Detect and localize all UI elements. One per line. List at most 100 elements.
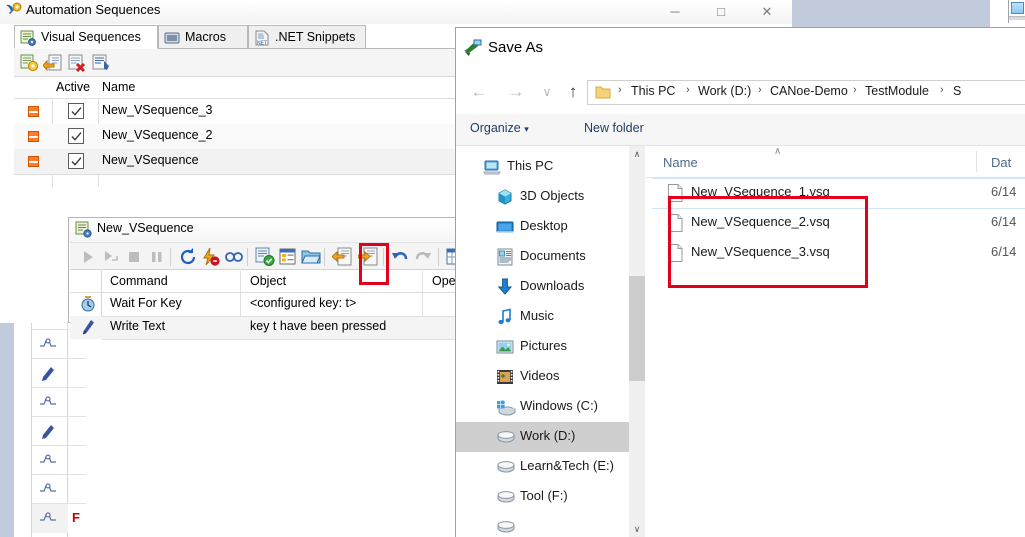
- active-checkbox[interactable]: [68, 103, 84, 119]
- signal-icon: [38, 482, 60, 496]
- tab-label: Macros: [185, 30, 226, 44]
- back-button[interactable]: ←: [466, 80, 492, 104]
- export-icon[interactable]: [357, 247, 378, 267]
- active-checkbox[interactable]: [68, 153, 84, 169]
- signal-icon: [38, 511, 60, 525]
- properties-icon[interactable]: [278, 247, 298, 267]
- signal-icon: [38, 395, 60, 409]
- organize-button[interactable]: Organize ▾: [470, 121, 529, 135]
- breadcrumb-separator: ›: [758, 84, 762, 96]
- navigation-pane-scrollbar[interactable]: ∧ ∨: [629, 146, 645, 537]
- breadcrumb-item-work-d[interactable]: Work (D:): [698, 84, 751, 98]
- redo-icon[interactable]: [413, 247, 433, 267]
- list-item[interactable]: New_VSequence_2.vsq 6/14: [646, 208, 1025, 238]
- nav-item-learn-tech-e[interactable]: Learn&Tech (E:): [456, 452, 629, 482]
- list-item[interactable]: New_VSequence_1.vsq 6/14: [646, 178, 1025, 208]
- forward-button[interactable]: →: [503, 80, 529, 104]
- save-as-command-bar: Organize ▾ New folder: [456, 114, 1025, 146]
- breadcrumb-item-canoe-demo[interactable]: CANoe-Demo: [770, 84, 848, 98]
- scroll-up-arrow-icon[interactable]: ∧: [629, 146, 645, 162]
- column-header-command[interactable]: Command: [110, 271, 240, 293]
- nav-item-music[interactable]: Music: [456, 302, 629, 332]
- start-icon[interactable]: [78, 247, 98, 267]
- file-date: 6/14: [991, 214, 1017, 229]
- nav-item-documents[interactable]: Documents: [456, 242, 629, 272]
- new-folder-button[interactable]: New folder: [584, 121, 644, 135]
- column-header-active[interactable]: Active: [56, 80, 90, 94]
- column-header-date[interactable]: Dat: [991, 155, 1011, 170]
- nav-item-partial[interactable]: [456, 512, 629, 537]
- import-sequence-icon[interactable]: [42, 53, 63, 73]
- breadcrumb-item-testmodule[interactable]: TestModule: [865, 84, 929, 98]
- sort-ascending-icon: ∧: [774, 146, 782, 157]
- stop-icon[interactable]: [124, 247, 144, 267]
- nav-item-label: Work (D:): [520, 428, 576, 443]
- status-indicator-icon[interactable]: [28, 131, 39, 142]
- nav-item-pictures[interactable]: Pictures: [456, 332, 629, 362]
- automation-sequences-icon: [4, 2, 23, 20]
- recent-locations-button[interactable]: ∨: [534, 80, 560, 104]
- file-date: 6/14: [991, 244, 1017, 259]
- breadcrumb-item-truncated[interactable]: S: [953, 84, 961, 98]
- column-separator[interactable]: [976, 151, 977, 172]
- command-object: key t have been pressed: [250, 319, 387, 333]
- background-row-divider: [32, 387, 86, 388]
- active-checkbox[interactable]: [68, 128, 84, 144]
- music-icon: [496, 308, 514, 326]
- step-icon[interactable]: [101, 247, 121, 267]
- status-indicator-icon[interactable]: [28, 156, 39, 167]
- delete-sequence-icon[interactable]: [67, 53, 87, 73]
- nav-item-label: Documents: [520, 248, 586, 263]
- undo-icon[interactable]: [390, 247, 410, 267]
- column-header-name[interactable]: Name: [663, 155, 698, 170]
- tab-net-snippets[interactable]: NET .NET Snippets: [248, 25, 366, 49]
- breadcrumb-item-this-pc[interactable]: This PC: [631, 84, 675, 98]
- pause-icon[interactable]: [147, 247, 167, 267]
- scroll-down-arrow-icon[interactable]: ∨: [629, 521, 645, 537]
- command-object: <configured key: t>: [250, 296, 357, 310]
- nav-item-downloads[interactable]: Downloads: [456, 272, 629, 302]
- up-button[interactable]: ↑: [560, 80, 586, 104]
- nav-item-desktop[interactable]: Desktop: [456, 212, 629, 242]
- column-header-name[interactable]: Name: [102, 80, 135, 94]
- maximize-button[interactable]: □: [698, 0, 744, 24]
- debug-icon[interactable]: [201, 247, 221, 267]
- background-mini-bar: [1009, 16, 1025, 20]
- windows-drive-icon: [496, 400, 516, 416]
- breadcrumb-separator: ›: [618, 84, 622, 96]
- nav-item-this-pc[interactable]: This PC: [456, 152, 629, 182]
- loop-icon[interactable]: [224, 247, 244, 267]
- reset-icon[interactable]: [178, 247, 198, 267]
- breadcrumb[interactable]: › This PC › Work (D:) › CANoe-Demo › Tes…: [587, 80, 1025, 105]
- breadcrumb-separator: ›: [853, 84, 857, 96]
- nav-item-3d-objects[interactable]: 3D Objects: [456, 182, 629, 212]
- column-header-object[interactable]: Object: [250, 271, 420, 293]
- validate-icon[interactable]: [255, 247, 275, 267]
- close-button[interactable]: ✕: [744, 0, 790, 24]
- nav-item-tool-f[interactable]: Tool (F:): [456, 482, 629, 512]
- save-as-dialog: Save As ← → ∨ ↑ › This PC › Work (D:) › …: [455, 27, 1025, 537]
- tab-macros[interactable]: Macros: [158, 25, 248, 49]
- nav-item-videos[interactable]: Videos: [456, 362, 629, 392]
- tab-visual-sequences[interactable]: Visual Sequences: [14, 25, 158, 49]
- background-row-divider: [32, 445, 86, 446]
- nav-item-work-d[interactable]: Work (D:): [456, 422, 629, 452]
- scrollbar-thumb[interactable]: [629, 276, 645, 381]
- open-folder-icon[interactable]: [301, 247, 321, 267]
- nav-item-label: Desktop: [520, 218, 568, 233]
- drive-icon: [496, 520, 515, 536]
- nav-item-windows-c[interactable]: Windows (C:): [456, 392, 629, 422]
- new-sequence-icon[interactable]: [19, 53, 39, 73]
- toolbar-separator: [170, 248, 171, 266]
- status-indicator-icon[interactable]: [28, 106, 39, 117]
- svg-text:NET: NET: [257, 41, 267, 47]
- documents-icon: [496, 248, 514, 266]
- edit-sequence-icon[interactable]: [91, 53, 111, 73]
- minimize-button[interactable]: ─: [652, 0, 698, 24]
- drive-icon: [496, 490, 515, 506]
- file-list-header: ∧ Name Dat: [646, 146, 1025, 178]
- list-item[interactable]: New_VSequence_3.vsq 6/14: [646, 238, 1025, 268]
- toolbar-separator: [438, 248, 439, 266]
- import-icon[interactable]: [331, 247, 352, 267]
- background-row-divider: [32, 474, 86, 475]
